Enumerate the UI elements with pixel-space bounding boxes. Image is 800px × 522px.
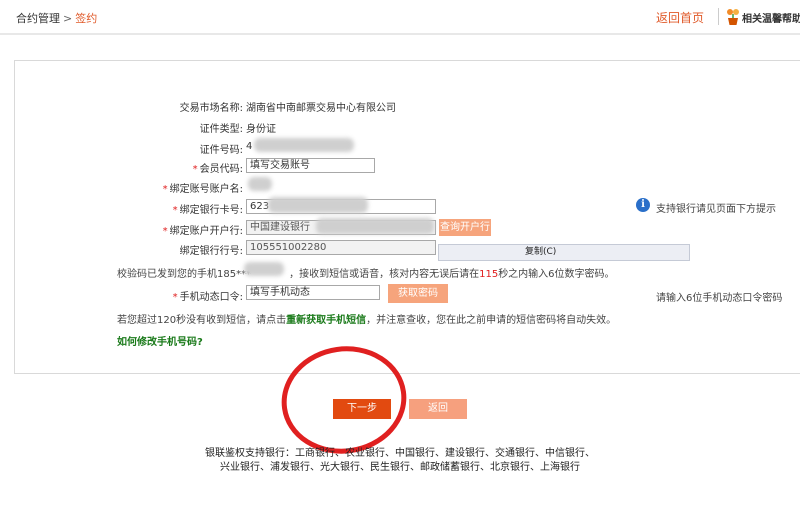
- help-link[interactable]: 相关温馨帮助: [742, 10, 800, 25]
- sms-notice-suffix: 秒之内输入6位数字密码。: [498, 269, 615, 280]
- id-number-value: 4: [246, 141, 253, 152]
- sms-notice: 校验码已发到您的手机185*** ，接收到短信或语音，核对内容无误后请在115秒之…: [117, 265, 615, 280]
- sign-form-panel: [14, 60, 800, 374]
- dynamic-code-hint: 请输入6位手机动态口令密码: [656, 293, 783, 304]
- dynamic-code-label-text: 手机动态口令:: [179, 292, 243, 303]
- id-number-label: 证件号码:: [199, 145, 243, 156]
- id-type-value: 身份证: [246, 124, 276, 135]
- market-name-value: 湖南省中南邮票交易中心有限公司: [246, 103, 396, 114]
- bank-branch-label-text: 绑定账户开户行:: [169, 226, 243, 237]
- change-phone-link[interactable]: 如何修改手机号码?: [117, 333, 203, 348]
- redacted-card-number: [268, 197, 368, 213]
- info-icon: i: [636, 198, 650, 212]
- breadcrumb-sign: 签约: [75, 12, 98, 25]
- bank-code-input[interactable]: 105551002280: [246, 240, 436, 255]
- copy-menu-item[interactable]: 复制(C): [438, 244, 690, 261]
- return-home-link[interactable]: 返回首页: [656, 9, 704, 26]
- bank-branch-label: * 绑定账户开户行:: [162, 226, 243, 237]
- member-code-label: * 会员代码:: [192, 164, 243, 175]
- dynamic-code-label: * 手机动态口令:: [172, 292, 243, 303]
- dynamic-code-input[interactable]: 填写手机动态: [246, 285, 380, 300]
- member-code-input[interactable]: 填写交易账号: [246, 158, 375, 173]
- market-name-label: 交易市场名称:: [179, 103, 243, 114]
- header-divider: [718, 8, 719, 25]
- resend-notice: 若您超过120秒没有收到短信，请点击重新获取手机短信，并注意查收，您在此之前申请…: [117, 311, 616, 326]
- annotation-circle: [281, 346, 407, 454]
- query-branch-button[interactable]: 查询开户行: [439, 219, 491, 236]
- member-code-label-text: 会员代码:: [199, 164, 243, 175]
- support-bank-hint: 支持银行请见页面下方提示: [656, 204, 776, 215]
- back-button[interactable]: 返回: [409, 399, 467, 419]
- resend-sms-link[interactable]: 重新获取手机短信: [286, 315, 366, 326]
- banks-notice-line2: 兴业银行、浦发银行、光大银行、民生银行、邮政储蓄银行、北京银行、上海银行: [220, 462, 580, 473]
- breadcrumb: 合约管理 > 签约: [16, 10, 97, 26]
- top-bar: 合约管理 > 签约 返回首页 相关温馨帮助: [0, 0, 800, 35]
- banks-notice-line1: 银联鉴权支持银行：工商银行、农业银行、中国银行、建设银行、交通银行、中信银行、: [205, 448, 595, 459]
- bank-code-label: 绑定银行行号:: [179, 246, 243, 257]
- card-number-label: * 绑定银行卡号:: [172, 205, 243, 216]
- breadcrumb-contract-management[interactable]: 合约管理: [16, 12, 60, 25]
- redacted-account-name: [248, 177, 272, 191]
- redacted-bank-branch: [316, 218, 434, 234]
- redacted-phone-number: [244, 262, 284, 276]
- sms-notice-prefix: 校验码已发到您的手机185***: [117, 269, 252, 280]
- sms-notice-middle: ，接收到短信或语音，核对内容无误后请在: [289, 269, 480, 280]
- breadcrumb-separator: >: [63, 12, 73, 25]
- resend-prefix: 若您超过120秒没有收到短信，请点击: [117, 315, 287, 326]
- sms-countdown: 115: [479, 269, 499, 280]
- account-name-label-text: 绑定账号账户名:: [169, 184, 243, 195]
- resend-suffix: ，并注意查收，您在此之前申请的短信密码将自动失效。: [366, 315, 617, 326]
- potted-plant-icon: [727, 9, 739, 25]
- redacted-id-number: [254, 138, 354, 152]
- id-type-label: 证件类型:: [199, 124, 243, 135]
- card-number-label-text: 绑定银行卡号:: [179, 205, 243, 216]
- get-code-button[interactable]: 获取密码: [388, 284, 448, 303]
- account-name-label: * 绑定账号账户名:: [162, 184, 243, 195]
